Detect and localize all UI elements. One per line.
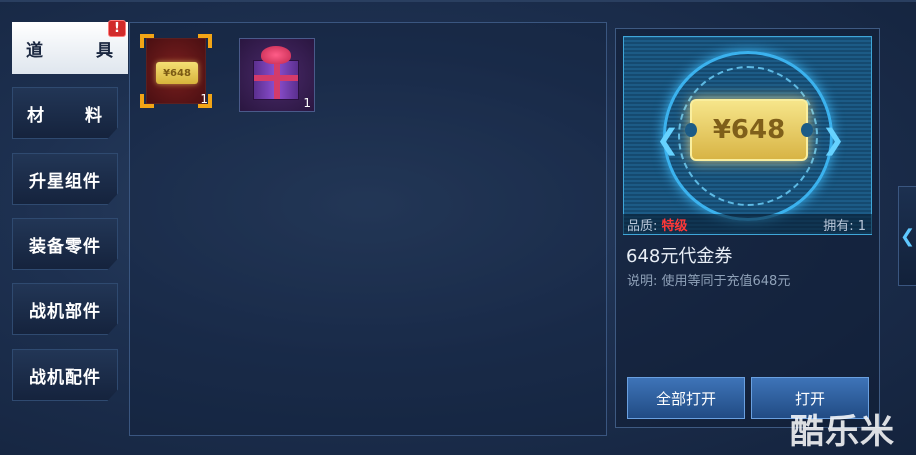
open-all-button[interactable]: 全部打开 bbox=[627, 377, 745, 419]
item-preview: ❮ ❯ ¥648 bbox=[623, 36, 872, 235]
item-count: 1 bbox=[200, 92, 208, 106]
tab-fighter-parts-label: 战机部件 bbox=[29, 301, 101, 322]
chevron-right-icon: ❯ bbox=[821, 123, 845, 156]
selection-corner bbox=[140, 34, 154, 48]
coupon-icon: ¥648 bbox=[156, 62, 198, 84]
item-count: 1 bbox=[303, 96, 311, 110]
chevron-left-icon: ❮ bbox=[899, 225, 916, 247]
alert-badge: ! bbox=[108, 20, 126, 37]
gift-bow-icon bbox=[261, 46, 291, 64]
coupon-icon: ¥648 bbox=[685, 99, 813, 161]
quality-label: 品质: bbox=[627, 218, 658, 234]
quality-row: 品质: 特级 拥有: 1 bbox=[623, 214, 872, 234]
tab-star-upgrade-label: 升星组件 bbox=[29, 171, 101, 192]
item-description: 说明: 使用等同于充值648元 bbox=[627, 274, 791, 289]
item-name: 648元代金券 bbox=[626, 246, 733, 267]
tab-fighter-accessories[interactable]: 战机配件 bbox=[12, 349, 118, 401]
inventory-slot-gift[interactable]: 1 bbox=[239, 38, 315, 112]
quality: 品质: 特级 bbox=[627, 215, 688, 234]
tab-equipment-parts[interactable]: 装备零件 bbox=[12, 218, 118, 270]
tab-star-upgrade[interactable]: 升星组件 bbox=[12, 153, 118, 205]
watermark: 酷乐米 bbox=[790, 412, 895, 452]
side-expand-handle[interactable]: ❮ bbox=[898, 186, 916, 286]
selection-corner bbox=[140, 94, 154, 108]
tab-materials-label-left: 材 bbox=[27, 105, 45, 126]
owned-count: 拥有: 1 bbox=[823, 218, 866, 234]
tab-items-label-right: 具 bbox=[96, 40, 114, 61]
tab-materials-label-right: 料 bbox=[85, 105, 103, 126]
gift-box-icon bbox=[253, 60, 299, 100]
tab-fighter-parts[interactable]: 战机部件 bbox=[12, 283, 118, 335]
tab-materials[interactable]: 材 料 bbox=[12, 87, 118, 139]
selection-corner bbox=[198, 34, 212, 48]
quality-value: 特级 bbox=[661, 218, 688, 234]
tab-items-label-left: 道 bbox=[26, 40, 44, 61]
tab-fighter-accessories-label: 战机配件 bbox=[29, 367, 101, 388]
chevron-left-icon: ❮ bbox=[656, 123, 680, 156]
inventory-slot-coupon[interactable]: ¥648 1 bbox=[140, 34, 212, 108]
tab-equipment-parts-label: 装备零件 bbox=[29, 236, 101, 257]
